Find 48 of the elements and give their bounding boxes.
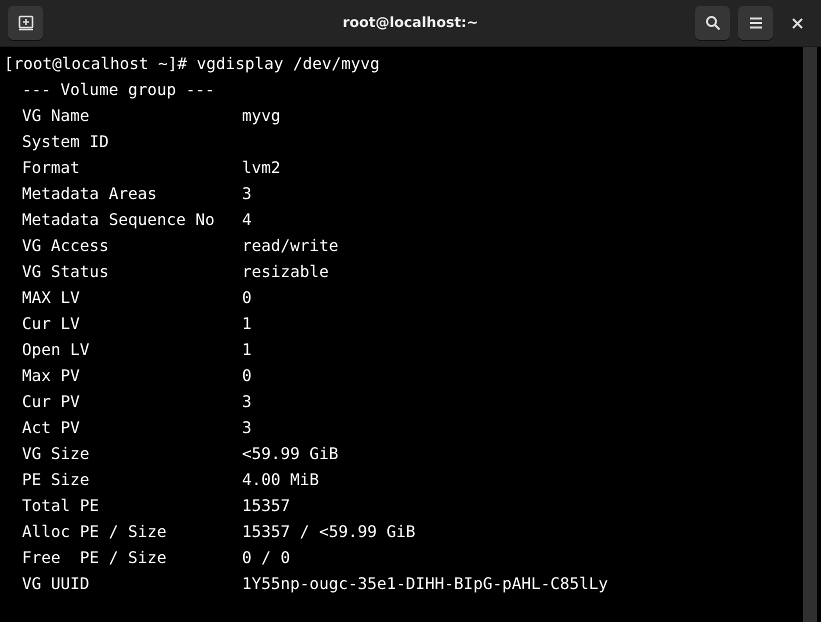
new-tab-icon bbox=[18, 15, 34, 31]
field-value: 0 bbox=[242, 365, 252, 387]
field-label: System ID bbox=[22, 131, 110, 153]
field-label: Max PV bbox=[22, 365, 81, 387]
search-icon bbox=[704, 15, 720, 31]
field-label: MAX LV bbox=[22, 287, 81, 309]
field-label: Total PE bbox=[22, 495, 100, 517]
search-button[interactable] bbox=[695, 6, 730, 40]
field-value: <59.99 GiB bbox=[242, 443, 338, 465]
field-value: read/write bbox=[242, 235, 338, 257]
field-label: Metadata Areas bbox=[22, 183, 158, 205]
new-tab-button[interactable] bbox=[8, 6, 43, 40]
field-label: VG Access bbox=[22, 235, 110, 257]
menu-button[interactable] bbox=[738, 6, 773, 40]
field-label: VG Name bbox=[22, 105, 90, 127]
field-label: VG Size bbox=[22, 443, 90, 465]
menu-icon bbox=[748, 17, 762, 29]
field-label: Metadata Sequence No bbox=[22, 209, 216, 231]
field-value: resizable bbox=[242, 261, 329, 283]
field-label: VG Status bbox=[22, 261, 110, 283]
field-value: 15357 bbox=[242, 495, 290, 517]
field-label: Cur LV bbox=[22, 313, 81, 335]
field-value: 0 / 0 bbox=[242, 547, 290, 569]
field-value: 1Y55np-ougc-35e1-DIHH-BIpG-pAHL-C85lLy bbox=[242, 573, 608, 595]
field-value: 1 bbox=[242, 313, 252, 335]
field-label: VG UUID bbox=[22, 573, 90, 595]
field-label: Free PE / Size bbox=[22, 547, 168, 569]
field-value: lvm2 bbox=[242, 157, 281, 179]
field-label: Open LV bbox=[22, 339, 90, 361]
field-value: myvg bbox=[242, 105, 281, 127]
field-value: 4 bbox=[242, 209, 252, 231]
close-icon bbox=[792, 18, 802, 28]
field-value: 4.00 MiB bbox=[242, 469, 320, 491]
field-value: 15357 / <59.99 GiB bbox=[242, 521, 416, 543]
field-value: 3 bbox=[242, 183, 252, 205]
field-value: 3 bbox=[242, 417, 252, 439]
command-line: [root@localhost ~]# vgdisplay /dev/myvg bbox=[4, 53, 380, 75]
scrollbar[interactable] bbox=[803, 47, 817, 622]
field-value: 1 bbox=[242, 339, 252, 361]
field-label: Act PV bbox=[22, 417, 81, 439]
window-title: root@localhost:~ bbox=[342, 15, 480, 31]
field-label: Alloc PE / Size bbox=[22, 521, 168, 543]
field-value: 0 bbox=[242, 287, 252, 309]
section-header: --- Volume group --- bbox=[22, 79, 216, 101]
field-label: PE Size bbox=[22, 469, 90, 491]
field-label: Cur PV bbox=[22, 391, 81, 413]
field-label: Format bbox=[22, 157, 81, 179]
field-value: 3 bbox=[242, 391, 252, 413]
